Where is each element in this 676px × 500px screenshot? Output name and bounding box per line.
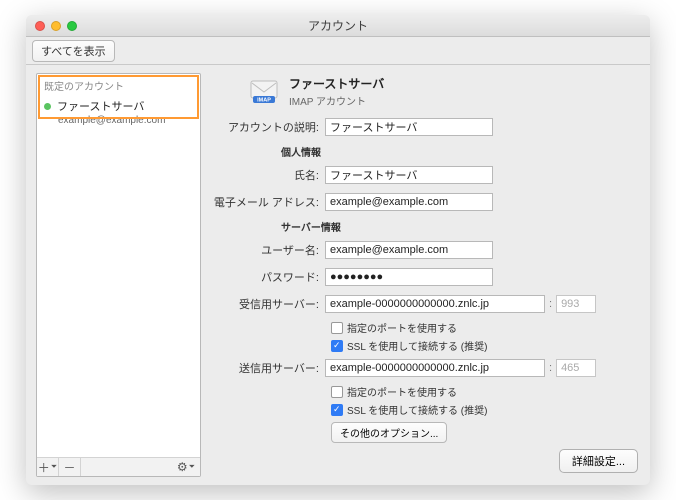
account-name: ファーストサーバ	[57, 98, 144, 114]
status-dot-icon	[44, 103, 51, 110]
advanced-settings-button[interactable]: 詳細設定...	[559, 449, 638, 473]
remove-account-button[interactable]: －	[59, 458, 81, 476]
incoming-ssl-checkbox[interactable]	[331, 340, 343, 352]
accounts-sidebar: 既定のアカウント ファーストサーバ example@example.com ＋⏷…	[36, 73, 201, 477]
svg-text:IMAP: IMAP	[257, 97, 271, 103]
account-details: IMAP ファーストサーバ IMAP アカウント アカウントの説明: 個人情報 …	[209, 73, 640, 477]
port-separator-2: :	[549, 362, 552, 374]
label-ssl-in: SSL を使用して接続する (推奨)	[347, 338, 487, 353]
label-default-port-in: 指定のポートを使用する	[347, 320, 457, 335]
description-input[interactable]	[325, 118, 493, 136]
incoming-default-port-checkbox[interactable]	[331, 322, 343, 334]
add-account-button[interactable]: ＋⏷	[37, 458, 59, 476]
password-input[interactable]	[325, 268, 493, 286]
label-user: ユーザー名:	[209, 242, 325, 258]
label-description: アカウントの説明:	[209, 119, 325, 135]
more-options-button[interactable]: その他のオプション...	[331, 422, 447, 443]
preferences-window: アカウント すべてを表示 既定のアカウント ファーストサーバ example@e…	[26, 15, 650, 485]
label-name: 氏名:	[209, 167, 325, 183]
section-server: サーバー情報	[281, 219, 640, 234]
account-title: ファーストサーバ	[289, 75, 384, 92]
account-subtitle: IMAP アカウント	[289, 93, 384, 108]
incoming-port: 993	[556, 295, 596, 313]
toolbar: すべてを表示	[26, 37, 650, 65]
window-title: アカウント	[26, 17, 650, 34]
outgoing-ssl-checkbox[interactable]	[331, 404, 343, 416]
port-separator: :	[549, 298, 552, 310]
account-item[interactable]: ファーストサーバ example@example.com	[37, 95, 200, 132]
accounts-list: ファーストサーバ example@example.com	[37, 95, 200, 457]
gear-menu-button[interactable]: ⚙⏷	[172, 460, 200, 474]
name-input[interactable]	[325, 166, 493, 184]
label-default-port-out: 指定のポートを使用する	[347, 384, 457, 399]
sidebar-header: 既定のアカウント	[37, 74, 200, 95]
label-ssl-out: SSL を使用して接続する (推奨)	[347, 402, 487, 417]
label-incoming: 受信用サーバー:	[209, 296, 325, 312]
email-input[interactable]	[325, 193, 493, 211]
outgoing-port: 465	[556, 359, 596, 377]
incoming-server-input[interactable]	[325, 295, 545, 313]
titlebar: アカウント	[26, 15, 650, 37]
section-personal: 個人情報	[281, 144, 640, 159]
account-email: example@example.com	[44, 115, 193, 126]
sidebar-footer: ＋⏷ － ⚙⏷	[37, 457, 200, 476]
label-outgoing: 送信用サーバー:	[209, 360, 325, 376]
label-password: パスワード:	[209, 269, 325, 285]
show-all-button[interactable]: すべてを表示	[32, 40, 115, 62]
label-email: 電子メール アドレス:	[209, 194, 325, 210]
mail-imap-icon: IMAP	[249, 80, 279, 104]
outgoing-default-port-checkbox[interactable]	[331, 386, 343, 398]
outgoing-server-input[interactable]	[325, 359, 545, 377]
gear-icon: ⚙	[177, 460, 188, 474]
username-input[interactable]	[325, 241, 493, 259]
